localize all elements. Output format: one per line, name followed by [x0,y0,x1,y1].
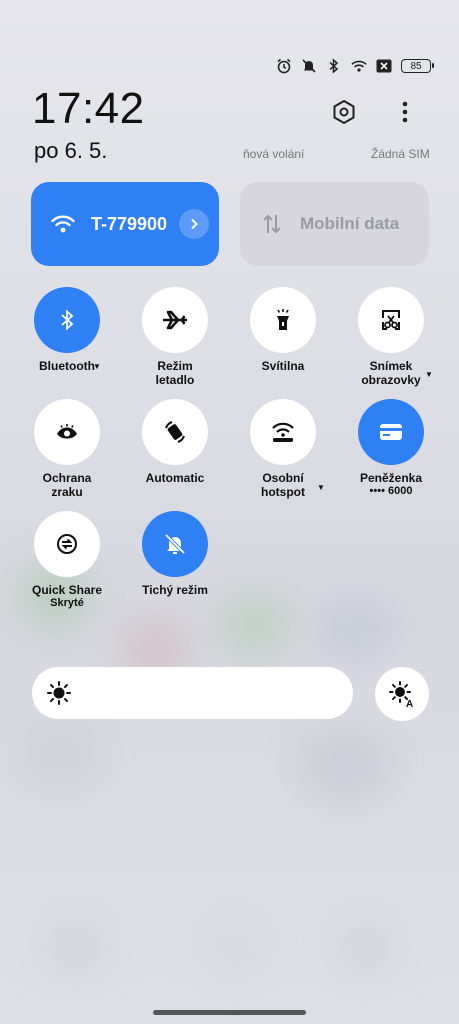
carrier-label-1: ňová volání [243,147,305,161]
sim-none-icon [376,58,392,74]
battery-icon: 85 [401,59,434,73]
brightness-icon [47,681,71,705]
mobile-data-label: Mobilní data [300,214,400,233]
toggle-label: Režim letadlo [155,359,195,387]
status-bar: 85 [276,58,434,74]
quick-share-status: Skryté [50,597,84,609]
toggle-flashlight[interactable]: Svítilna [229,287,337,373]
flashlight-icon [277,309,289,330]
rotate-icon [165,421,185,443]
carrier-label-2: Žádná SIM [371,147,430,161]
wallet-card-icon [380,424,402,440]
toggle-label: Ochrana zraku [42,471,92,499]
toggle-label: Tichý režim [142,583,208,597]
bluetooth-icon [61,309,74,331]
wifi-icon [51,215,75,233]
hotspot-icon [272,422,294,442]
wifi-icon [351,58,367,74]
mobile-data-tile[interactable]: Mobilní data [240,182,429,266]
date: po 6. 5. [34,138,108,163]
settings-hexagon-icon [333,99,355,125]
toggle-label: Quick Share [31,583,103,597]
auto-brightness-icon: A [389,681,413,708]
bluetooth-button[interactable] [34,287,100,353]
toggle-auto-rotate[interactable]: Automatic [121,399,229,485]
flashlight-button[interactable] [250,287,316,353]
toggle-quick-share[interactable]: Quick Share Skryté [13,511,121,609]
airplane-button[interactable] [142,287,208,353]
mute-icon [301,58,317,74]
home-indicator[interactable] [153,1010,306,1015]
airplane-icon [163,310,187,330]
svg-text:A: A [406,699,413,708]
wifi-tile[interactable]: T-779900 [31,182,219,266]
screenshot-scissors-icon [382,310,400,330]
toggle-label: Automatic [145,471,205,485]
toggle-label: Bluetooth [39,359,95,373]
auto-brightness-button[interactable]: A [375,667,429,721]
mobile-data-icon [263,214,281,234]
eye-icon [57,424,77,439]
bell-off-icon [164,533,186,555]
wifi-network-name: T-779900 [91,213,168,234]
wallet-button[interactable] [358,399,424,465]
screenshot-dropdown-caret[interactable]: ▼ [425,370,433,379]
toggle-label: Peněženka [359,471,423,485]
toggle-label: Svítilna [261,359,305,373]
settings-button[interactable] [328,96,360,128]
alarm-icon [276,58,292,74]
toggle-bluetooth[interactable]: Bluetooth [13,287,121,373]
toggle-silent[interactable]: Tichý režim [121,511,229,597]
brightness-slider[interactable] [32,667,353,719]
more-icon [402,101,408,123]
toggle-airplane[interactable]: Režim letadlo [121,287,229,387]
hotspot-dropdown-caret[interactable]: ▼ [317,483,325,492]
silent-button[interactable] [142,511,208,577]
toggle-eye-comfort[interactable]: Ochrana zraku [13,399,121,499]
chevron-right-icon [191,218,198,230]
toggle-wallet[interactable]: Peněženka •••• 6000 [337,399,445,497]
bluetooth-dropdown-caret[interactable]: ▼ [93,362,101,371]
wifi-details-button[interactable] [179,209,209,239]
bluetooth-icon [326,58,342,74]
screenshot-button[interactable] [358,287,424,353]
more-button[interactable] [389,96,421,128]
quick-share-button[interactable] [34,511,100,577]
quick-share-icon [57,534,77,554]
hotspot-button[interactable] [250,399,316,465]
clock: 17:42 [32,84,145,133]
eye-comfort-button[interactable] [34,399,100,465]
auto-rotate-button[interactable] [142,399,208,465]
wallet-card-number: •••• 6000 [369,485,413,497]
